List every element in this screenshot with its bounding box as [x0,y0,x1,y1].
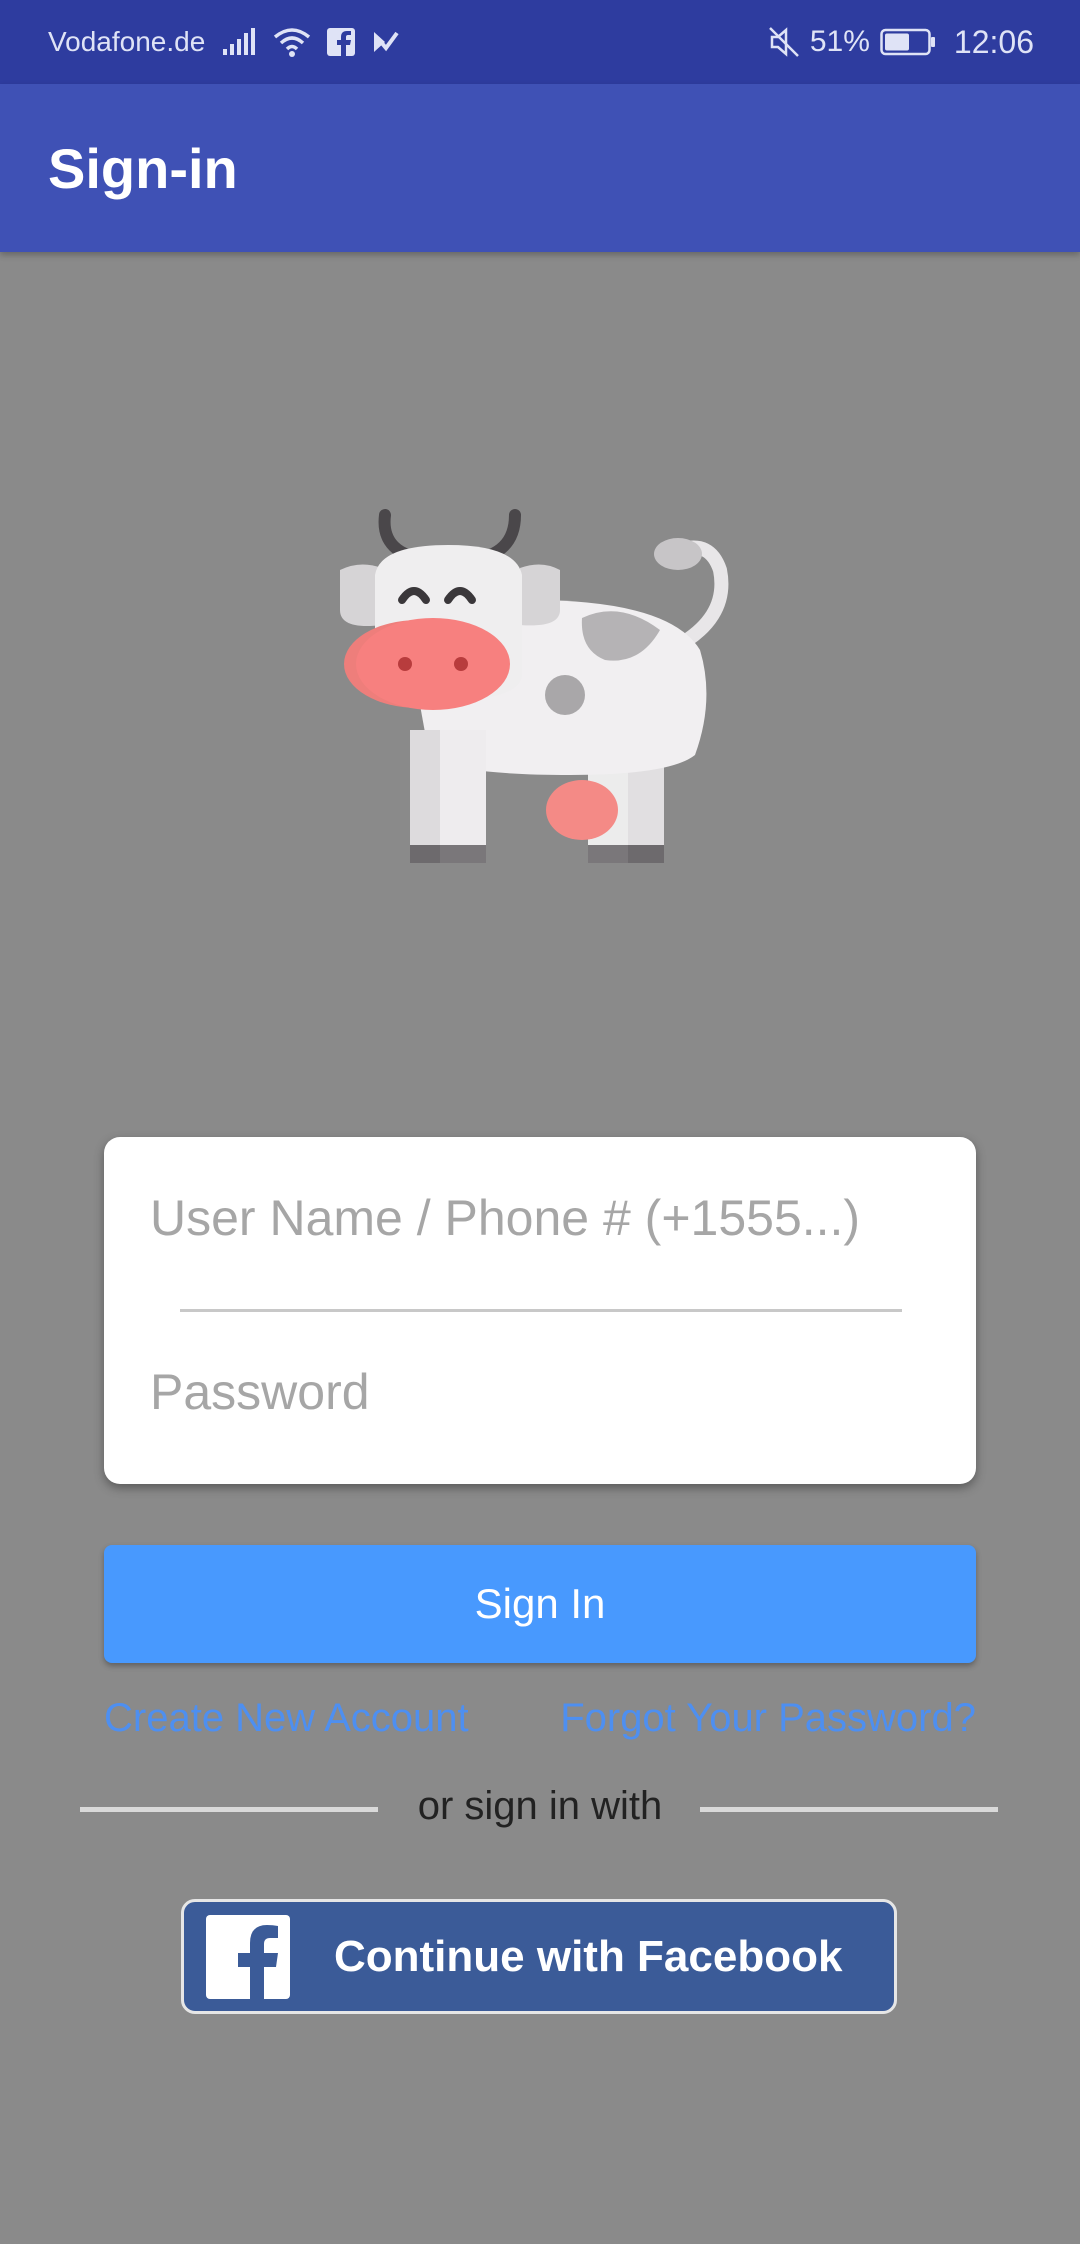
facebook-button-label: Continue with Facebook [334,1931,843,1981]
facebook-login-button[interactable]: Continue with Facebook [181,1899,897,2014]
page-title: Sign-in [48,136,238,200]
battery-percent: 51% [809,25,870,58]
facebook-notification-icon [327,28,356,56]
sign-in-button[interactable]: Sign In [104,1545,976,1663]
app-bar: Sign-in [0,84,1080,252]
status-bar-left: Vodafone.de [48,26,399,58]
divider-left [80,1807,378,1812]
facebook-icon [206,1914,290,1999]
clock: 12:06 [953,23,1034,60]
forgot-password-link[interactable]: Forgot Your Password? [560,1696,976,1741]
status-bar-right: 51% 12:06 [768,24,1034,61]
carrier-name: Vodafone.de [48,26,206,57]
status-bar: Vodafone.de 51% 12:06 [0,0,1080,84]
check-notification-icon [374,31,399,52]
create-account-link[interactable]: Create New Account [104,1696,469,1741]
battery-icon [880,28,935,56]
login-form-card [104,1137,976,1484]
username-input[interactable] [150,1183,930,1253]
divider-right [700,1807,998,1812]
signal-icon [223,28,256,55]
cow-logo [340,509,729,863]
mute-icon [768,27,799,57]
wifi-icon [274,28,311,57]
input-divider [180,1309,902,1312]
password-input[interactable] [150,1357,930,1427]
or-sign-in-with-label: or sign in with [417,1784,663,1828]
